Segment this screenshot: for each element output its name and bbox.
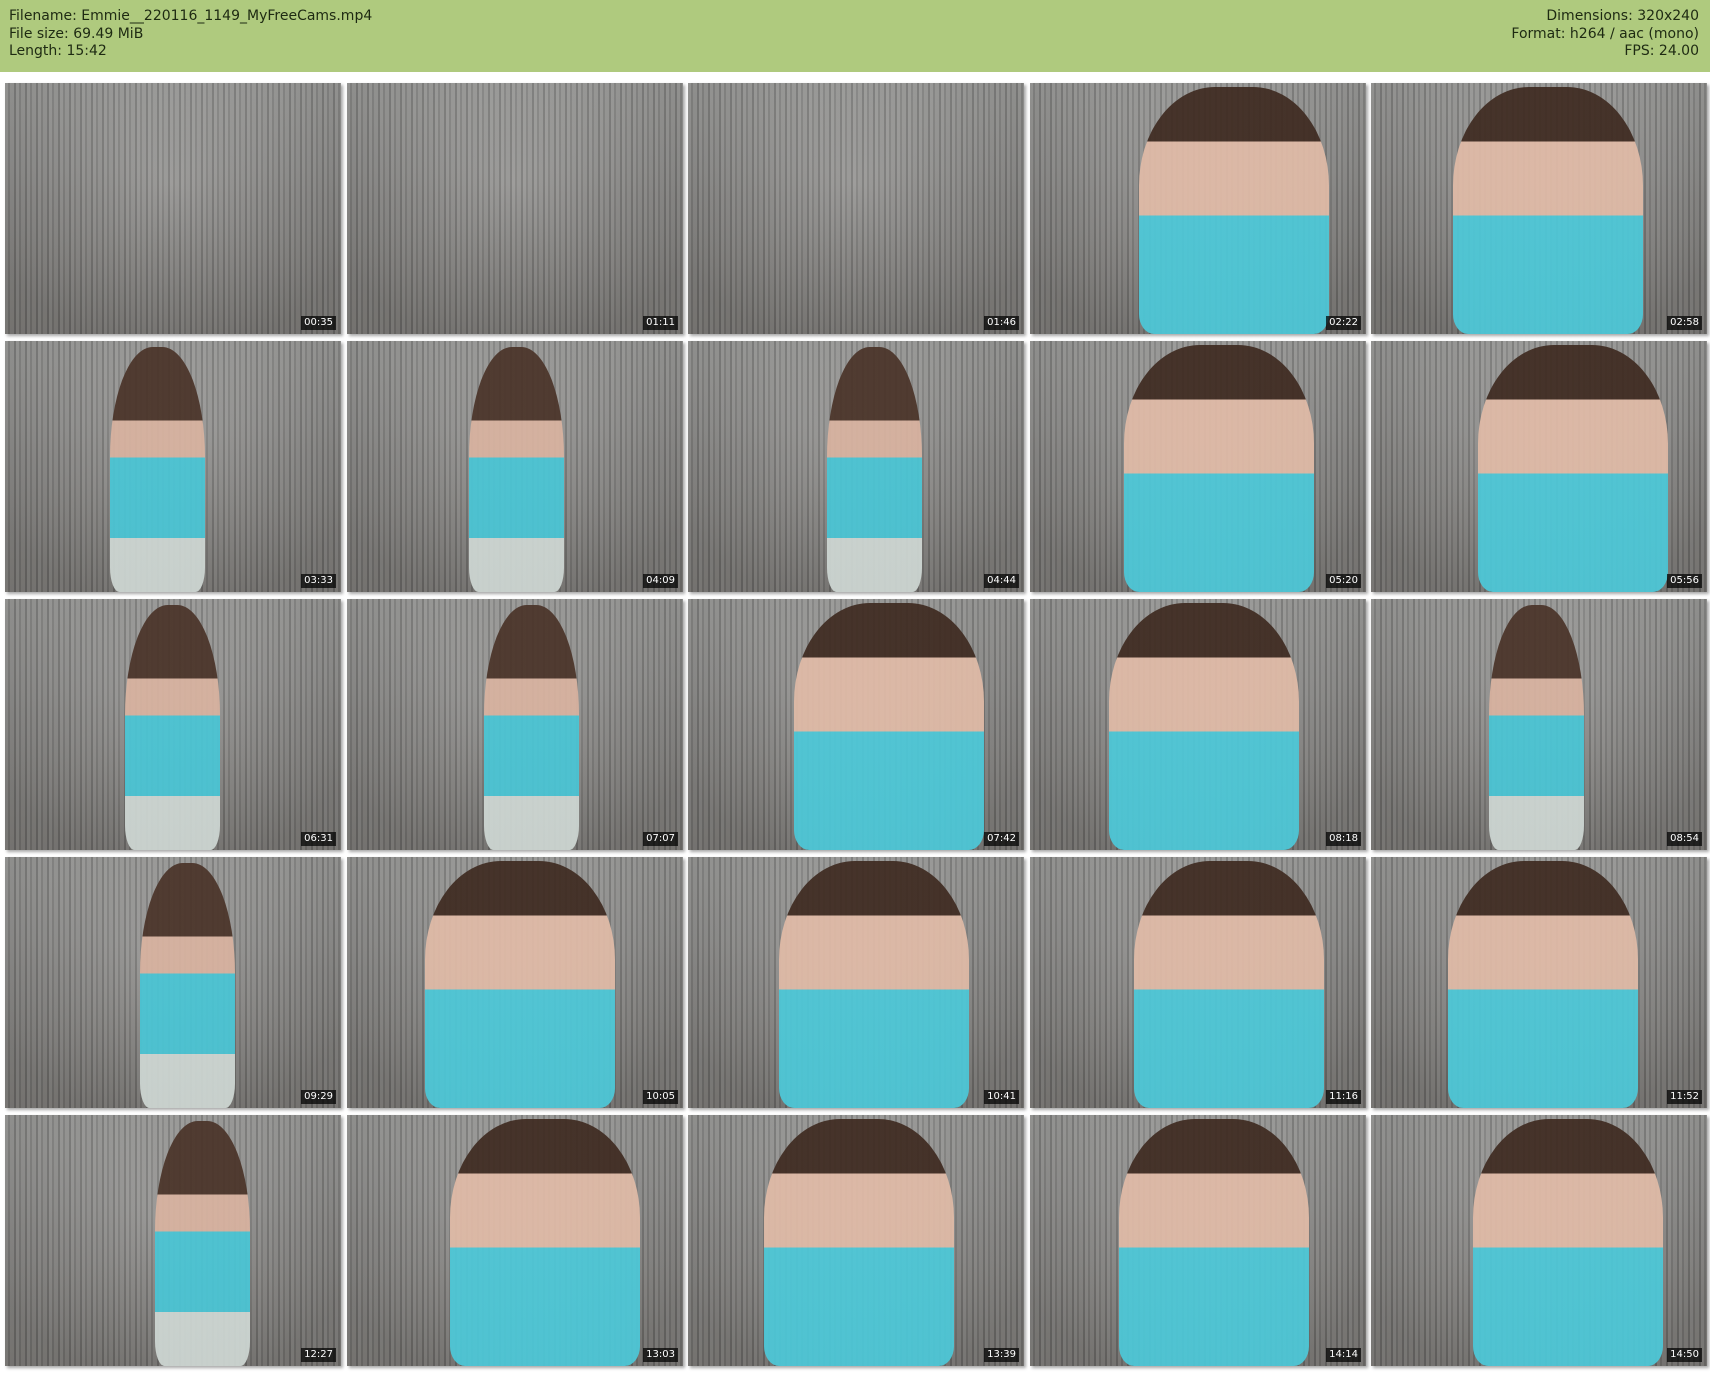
timestamp-label: 03:33	[301, 574, 336, 588]
person-figure	[1453, 87, 1643, 334]
person-figure	[125, 605, 220, 850]
timestamp-label: 05:20	[1326, 574, 1361, 588]
fps-text: FPS: 24.00	[1624, 43, 1699, 59]
person-figure	[155, 1121, 250, 1366]
video-thumbnail[interactable]: 05:56	[1371, 341, 1707, 592]
filesize-text: File size: 69.49 MiB	[9, 25, 144, 42]
timestamp-label: 08:18	[1326, 832, 1361, 846]
format-text: Format: h264 / aac (mono)	[1511, 25, 1699, 42]
timestamp-label: 04:09	[643, 574, 678, 588]
timestamp-label: 02:22	[1326, 316, 1361, 330]
video-thumbnail[interactable]: 07:07	[347, 599, 683, 850]
video-thumbnail[interactable]: 00:35	[5, 83, 341, 334]
video-thumbnail[interactable]: 04:09	[347, 341, 683, 592]
person-figure	[425, 861, 615, 1108]
video-thumbnail[interactable]: 12:27	[5, 1115, 341, 1366]
timestamp-label: 10:05	[643, 1090, 678, 1104]
video-thumbnail[interactable]: 08:18	[1030, 599, 1366, 850]
person-figure	[1124, 345, 1314, 592]
timestamp-label: 04:44	[984, 574, 1019, 588]
video-thumbnail[interactable]: 13:39	[688, 1115, 1024, 1366]
timestamp-label: 09:29	[301, 1090, 336, 1104]
person-figure	[827, 347, 922, 592]
timestamp-label: 02:58	[1667, 316, 1702, 330]
timestamp-label: 11:52	[1667, 1090, 1702, 1104]
video-thumbnail[interactable]: 11:16	[1030, 857, 1366, 1108]
person-figure	[1139, 87, 1329, 334]
video-thumbnail[interactable]: 02:58	[1371, 83, 1707, 334]
thumbnail-frame-image	[688, 83, 1024, 334]
timestamp-label: 10:41	[984, 1090, 1019, 1104]
timestamp-label: 05:56	[1667, 574, 1702, 588]
timestamp-label: 00:35	[301, 316, 336, 330]
file-info-left: Filename: Emmie__220116_1149_MyFreeCams.…	[9, 8, 372, 61]
file-info-right: Dimensions: 320x240 Format: h264 / aac (…	[1511, 8, 1699, 61]
video-thumbnail[interactable]: 06:31	[5, 599, 341, 850]
timestamp-label: 13:39	[984, 1348, 1019, 1362]
timestamp-label: 06:31	[301, 832, 336, 846]
filename-text: Filename: Emmie__220116_1149_MyFreeCams.…	[9, 8, 373, 24]
video-thumbnail[interactable]: 13:03	[347, 1115, 683, 1366]
video-thumbnail[interactable]: 08:54	[1371, 599, 1707, 850]
person-figure	[794, 603, 984, 850]
video-thumbnail[interactable]: 05:20	[1030, 341, 1366, 592]
video-thumbnail[interactable]: 11:52	[1371, 857, 1707, 1108]
video-thumbnail[interactable]: 10:05	[347, 857, 683, 1108]
timestamp-label: 08:54	[1667, 832, 1702, 846]
length-text: Length: 15:42	[9, 43, 107, 59]
person-figure	[1489, 605, 1584, 850]
video-thumbnail[interactable]: 14:14	[1030, 1115, 1366, 1366]
person-figure	[1119, 1119, 1309, 1366]
person-figure	[779, 861, 969, 1108]
person-figure	[1473, 1119, 1663, 1366]
file-info-header: Filename: Emmie__220116_1149_MyFreeCams.…	[0, 0, 1710, 72]
video-thumbnail[interactable]: 09:29	[5, 857, 341, 1108]
person-figure	[110, 347, 205, 592]
timestamp-label: 07:07	[643, 832, 678, 846]
person-figure	[484, 605, 579, 850]
person-figure	[1134, 861, 1324, 1108]
thumbnail-frame-image	[347, 83, 683, 334]
person-figure	[1448, 861, 1638, 1108]
person-figure	[140, 863, 235, 1108]
video-thumbnail[interactable]: 02:22	[1030, 83, 1366, 334]
person-figure	[764, 1119, 954, 1366]
video-thumbnail[interactable]: 04:44	[688, 341, 1024, 592]
video-thumbnail[interactable]: 14:50	[1371, 1115, 1707, 1366]
person-figure	[1478, 345, 1668, 592]
person-figure	[469, 347, 564, 592]
thumbnail-frame-image	[5, 83, 341, 334]
video-thumbnail[interactable]: 10:41	[688, 857, 1024, 1108]
timestamp-label: 13:03	[643, 1348, 678, 1362]
thumbnail-grid: 00:35 01:11 01:46 02:22 02:58 03:33 04:09 04:44…	[5, 83, 1707, 1369]
timestamp-label: 07:42	[984, 832, 1019, 846]
video-thumbnail[interactable]: 03:33	[5, 341, 341, 592]
person-figure	[1109, 603, 1299, 850]
timestamp-label: 01:46	[984, 316, 1019, 330]
timestamp-label: 14:50	[1667, 1348, 1702, 1362]
video-thumbnail[interactable]: 01:46	[688, 83, 1024, 334]
timestamp-label: 14:14	[1326, 1348, 1361, 1362]
timestamp-label: 12:27	[301, 1348, 336, 1362]
person-figure	[450, 1119, 640, 1366]
video-thumbnail[interactable]: 01:11	[347, 83, 683, 334]
timestamp-label: 01:11	[643, 316, 678, 330]
video-thumbnail[interactable]: 07:42	[688, 599, 1024, 850]
dimensions-text: Dimensions: 320x240	[1546, 8, 1699, 24]
timestamp-label: 11:16	[1326, 1090, 1361, 1104]
